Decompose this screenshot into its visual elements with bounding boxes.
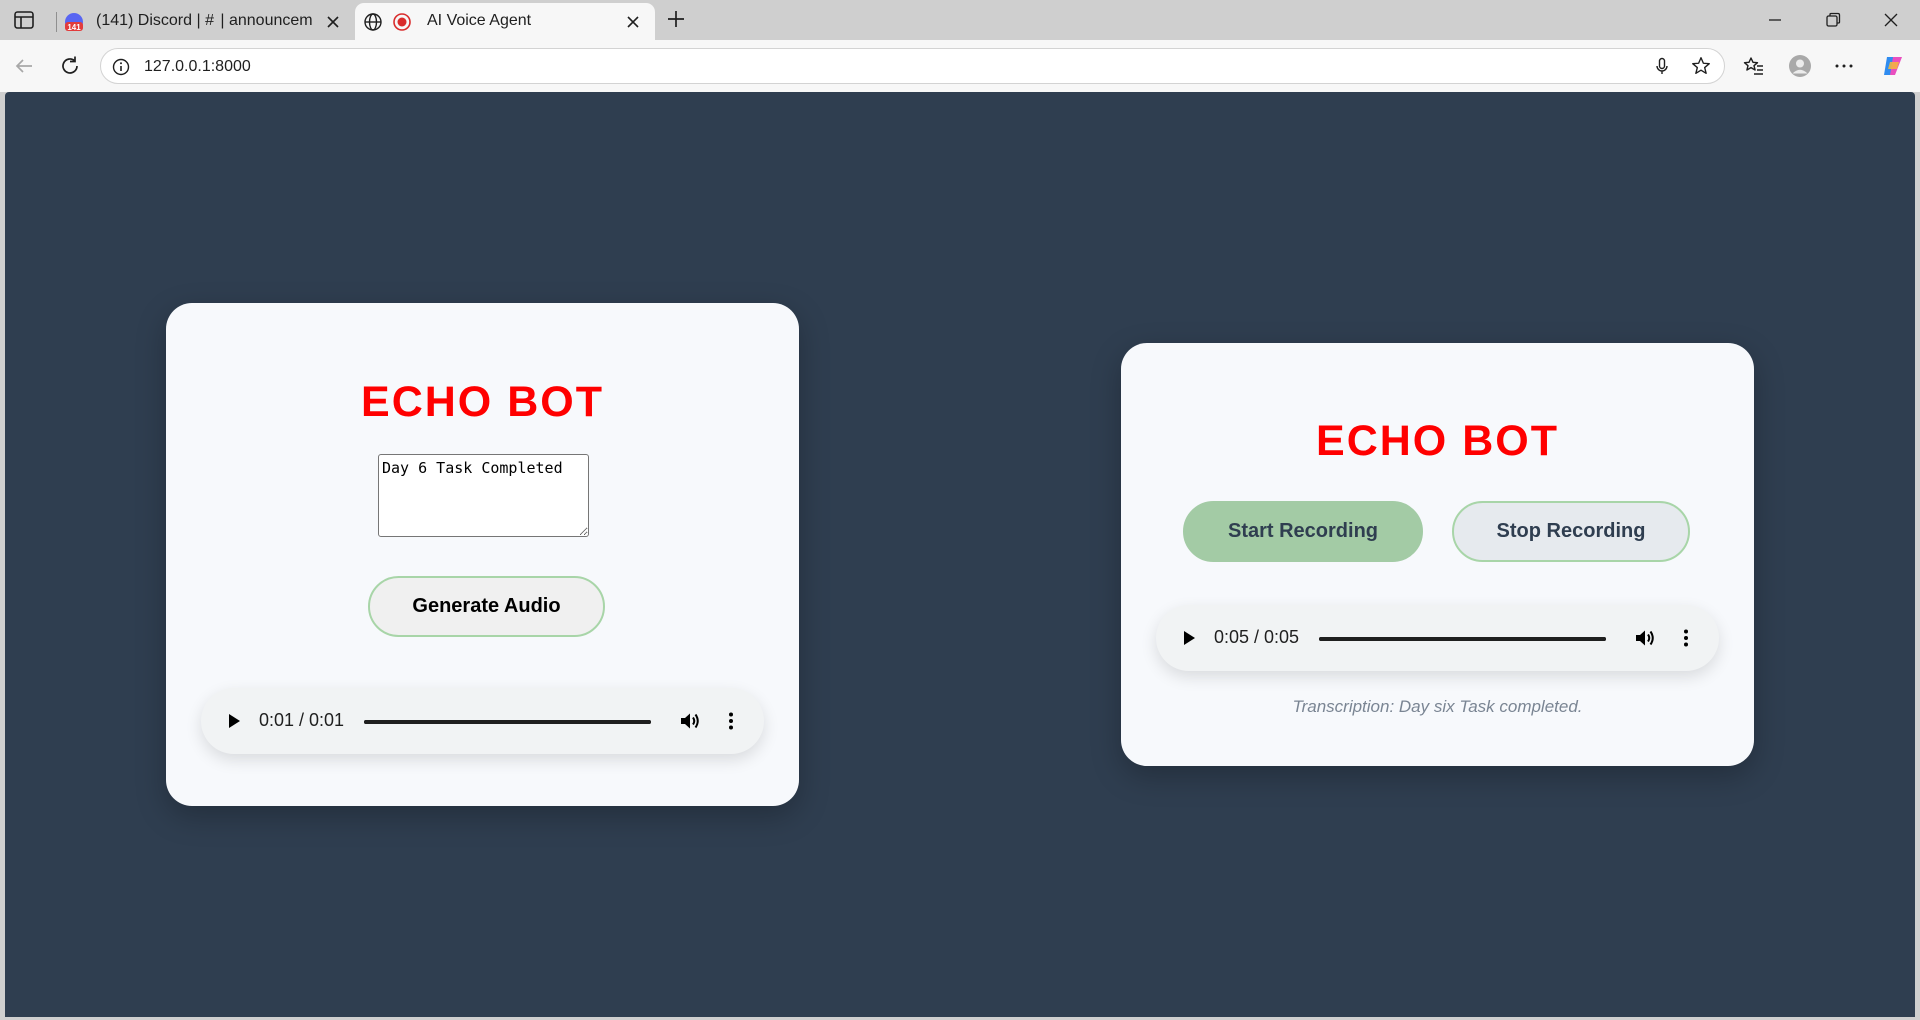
globe-icon	[364, 13, 382, 31]
tts-text-input[interactable]: Day 6 Task Completed	[378, 454, 589, 537]
audio-time: 0:05 / 0:05	[1214, 627, 1300, 647]
audio-time: 0:01 / 0:01	[259, 710, 345, 730]
echo-recorder-card: ECHO BOT Start Recording Stop Recording …	[1121, 343, 1754, 766]
audio-progress-bar[interactable]	[364, 720, 651, 724]
microphone-icon[interactable]	[1652, 56, 1672, 76]
transcription-text: Transcription: Day six Task completed.	[1292, 697, 1583, 716]
generated-audio-player[interactable]: 0:01 / 0:01	[201, 688, 764, 754]
more-vertical-icon[interactable]	[719, 709, 743, 733]
info-icon[interactable]	[111, 57, 131, 77]
new-tab-icon[interactable]	[664, 7, 688, 31]
restore-icon[interactable]	[1821, 8, 1845, 32]
tab-title: (141) Discord | # | announcem	[96, 12, 313, 29]
tab-ai-voice-agent[interactable]: AI Voice Agent	[355, 3, 655, 40]
start-recording-button[interactable]: Start Recording	[1183, 501, 1423, 562]
stop-recording-button[interactable]: Stop Recording	[1452, 501, 1690, 562]
url-text[interactable]: 127.0.0.1:8000	[144, 58, 251, 76]
recording-indicator-icon	[393, 13, 411, 31]
sidebar-toggle-icon[interactable]	[12, 9, 36, 31]
profile-avatar-icon[interactable]	[1788, 54, 1812, 78]
reload-icon[interactable]	[58, 54, 82, 78]
play-icon[interactable]	[221, 709, 245, 733]
tab-discord[interactable]: 141 (141) Discord | # | announcem	[56, 3, 352, 40]
tab-badge: 141	[67, 23, 81, 32]
minimize-icon[interactable]	[1763, 8, 1787, 32]
more-horizontal-icon[interactable]	[1832, 54, 1856, 78]
play-icon[interactable]	[1176, 626, 1200, 650]
back-arrow-icon[interactable]	[12, 54, 36, 78]
page-viewport: ECHO BOT Day 6 Task Completed Generate A…	[5, 92, 1915, 1017]
browser-toolbar: 127.0.0.1:8000	[0, 40, 1920, 92]
discord-favicon-icon: 141	[65, 13, 83, 32]
more-vertical-icon[interactable]	[1674, 626, 1698, 650]
copilot-icon[interactable]	[1881, 54, 1905, 78]
volume-icon[interactable]	[1633, 626, 1657, 650]
card-title: ECHO BOT	[1316, 417, 1559, 465]
address-bar[interactable]: 127.0.0.1:8000	[100, 48, 1725, 84]
close-tab-icon[interactable]	[621, 10, 645, 34]
generate-audio-button[interactable]: Generate Audio	[368, 576, 605, 637]
tab-separator	[56, 12, 57, 32]
audio-progress-bar[interactable]	[1319, 637, 1606, 641]
volume-icon[interactable]	[678, 709, 702, 733]
tts-card: ECHO BOT Day 6 Task Completed Generate A…	[166, 303, 799, 806]
audio-progress-fill	[1319, 637, 1606, 641]
echo-audio-player[interactable]: 0:05 / 0:05	[1156, 605, 1719, 671]
close-window-icon[interactable]	[1879, 8, 1903, 32]
close-tab-icon[interactable]	[321, 10, 345, 34]
star-icon[interactable]	[1690, 55, 1712, 77]
audio-progress-fill	[364, 720, 651, 724]
card-title: ECHO BOT	[361, 378, 604, 426]
favorites-list-icon[interactable]	[1742, 54, 1766, 78]
tab-title: AI Voice Agent	[427, 12, 532, 29]
tab-bar: 141 (141) Discord | # | announcem AI Voi…	[0, 0, 1920, 40]
